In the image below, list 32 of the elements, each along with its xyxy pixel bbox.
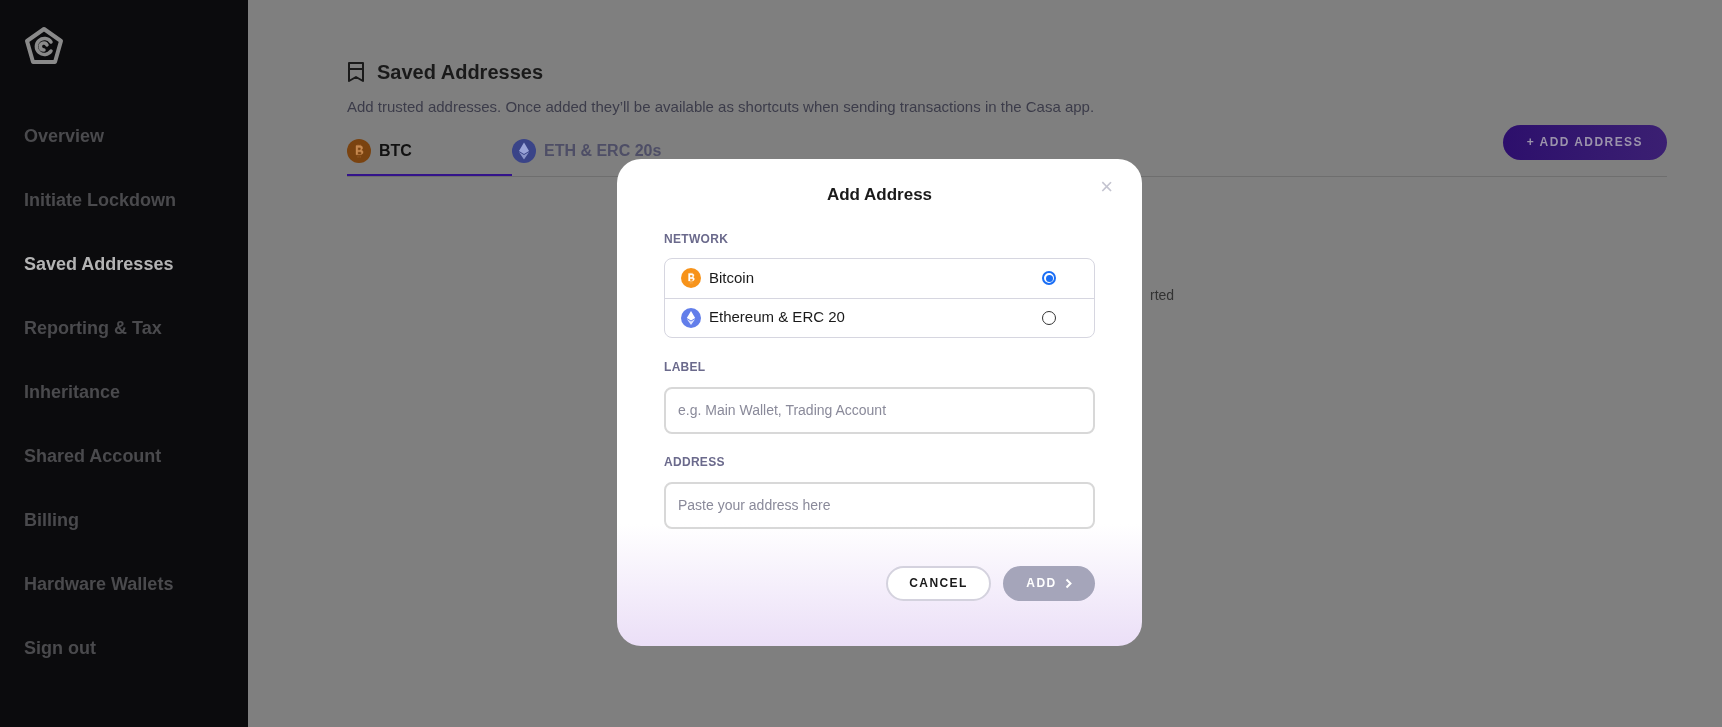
label-field[interactable]: e.g. Main Wallet, Trading Account [664, 386, 1095, 434]
ethereum-icon [512, 138, 536, 163]
network-option[interactable]: Ethereum & ERC 20 [665, 297, 1094, 337]
ethereum-icon [681, 307, 701, 328]
sidebar-item[interactable]: Billing [24, 488, 79, 552]
sidebar-item[interactable]: Saved Addresses [24, 232, 174, 296]
bitcoin-icon [681, 268, 701, 288]
close-button[interactable]: × [1100, 176, 1113, 198]
radio-button[interactable] [1042, 271, 1056, 285]
chevron-right-icon [1064, 577, 1072, 589]
dialog-title: Add Address [826, 184, 933, 206]
address-field[interactable]: Paste your address here [664, 481, 1095, 529]
field-label: NETWORK [664, 230, 730, 248]
sidebar-item[interactable]: Overview [24, 104, 105, 168]
field-label: ADDRESS [664, 453, 726, 471]
network-option[interactable]: Bitcoin [665, 258, 1094, 298]
coin-tab[interactable]: BTC [347, 127, 512, 176]
cancel-button[interactable]: CANCEL [886, 565, 991, 601]
page-subtitle: Add trusted addresses. Once added they’ll be available as shortcuts when sending transactions in the Casa app. [347, 97, 1096, 117]
logo-icon [24, 26, 64, 66]
sidebar-item[interactable]: Initiate Lockdown [24, 168, 176, 232]
sidebar-item[interactable]: Hardware Wallets [24, 552, 174, 616]
add-address-button[interactable]: + ADD ADDRESS [1502, 124, 1667, 160]
sidebar-item[interactable]: Sign out [24, 616, 96, 680]
sidebar-item[interactable]: Reporting & Tax [24, 296, 162, 360]
body-text: rted [1150, 286, 1175, 303]
sidebar-item[interactable]: Shared Account [24, 424, 162, 488]
bitcoin-icon [347, 138, 371, 163]
page-title: Saved Addresses [377, 60, 543, 85]
sidebar-item[interactable]: Inheritance [24, 360, 121, 424]
bookmark-icon [347, 62, 365, 82]
field-label: LABEL [664, 358, 707, 376]
